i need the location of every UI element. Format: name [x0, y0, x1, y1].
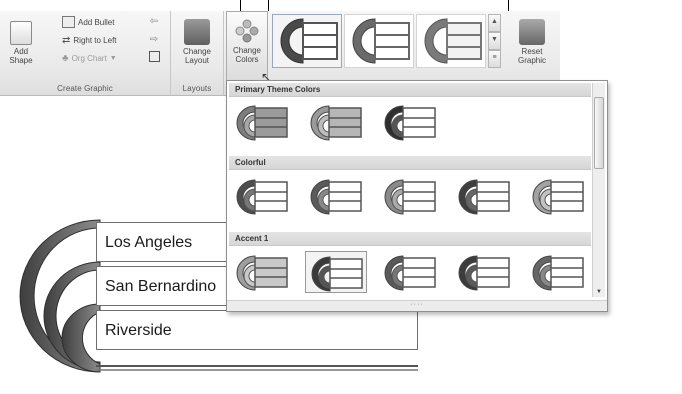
layouts-group-label: Layouts [182, 84, 212, 93]
add-bullet-icon [62, 16, 75, 28]
promote-icon[interactable]: ⇦ [147, 15, 161, 29]
color-swatch[interactable] [527, 175, 589, 217]
color-swatch[interactable] [231, 251, 293, 293]
chevron-down-icon: ▼ [109, 54, 117, 62]
org-chart-button[interactable]: ♣ Org Chart ▼ [62, 51, 117, 65]
color-swatch[interactable] [231, 101, 293, 143]
color-swatch[interactable] [379, 251, 441, 293]
section-header-primary-theme-colors: Primary Theme Colors [229, 83, 591, 97]
right-to-left-label: Right to Left [73, 35, 117, 45]
reset-graphic-icon [519, 19, 545, 45]
scroll-down-icon[interactable]: ▼ [593, 289, 605, 295]
change-colors-icon [232, 18, 262, 44]
org-chart-label: Org Chart [71, 53, 107, 63]
change-layout-icon [184, 19, 210, 45]
right-to-left-icon: ⇄ [62, 34, 71, 46]
section-header-colorful: Colorful [229, 156, 591, 170]
gallery-scroll-up-button[interactable]: ▲ [488, 14, 501, 32]
color-swatch[interactable] [231, 175, 293, 217]
reset-graphic-button[interactable]: Reset Graphic [510, 15, 554, 65]
gallery-style-3[interactable] [416, 14, 486, 68]
gallery-style-1[interactable] [272, 14, 342, 68]
gallery-scroll-down-button[interactable]: ▼ [488, 32, 501, 50]
add-shape-label: Add Shape [9, 47, 33, 65]
dropdown-scrollbar[interactable]: ▼ [592, 83, 605, 297]
layouts-group: Change Layout Layouts [171, 11, 224, 95]
gallery-style-2[interactable] [344, 14, 414, 68]
add-shape-icon [10, 21, 32, 45]
create-graphic-group-label: Create Graphic [57, 84, 113, 93]
change-colors-label: Change Colors [232, 46, 262, 64]
demote-icon[interactable]: ⇨ [147, 33, 161, 47]
change-colors-dropdown: Primary Theme Colors Colorful Accent 1 ▼… [226, 80, 608, 312]
gallery-more-button[interactable]: ≡ [488, 50, 501, 68]
add-shape-button[interactable]: Add Shape [6, 15, 36, 65]
resize-grip[interactable]: ···· [227, 300, 607, 311]
section-header-accent-1: Accent 1 [229, 232, 591, 246]
color-swatch[interactable] [305, 175, 367, 217]
create-graphic-group: Add Shape Add Bullet ⇄ Right to Left ♣ O… [0, 11, 171, 95]
add-bullet-button[interactable]: Add Bullet [62, 15, 114, 29]
right-to-left-button[interactable]: ⇄ Right to Left [62, 33, 117, 47]
color-swatch[interactable] [379, 101, 441, 143]
color-swatch[interactable] [453, 175, 515, 217]
color-swatch[interactable] [305, 101, 367, 143]
color-swatch[interactable] [379, 175, 441, 217]
change-layout-label: Change Layout [182, 47, 212, 65]
color-swatch[interactable] [453, 251, 515, 293]
color-swatch[interactable] [527, 251, 589, 293]
reset-graphic-label: Reset Graphic [517, 47, 546, 65]
text-pane-icon[interactable] [147, 51, 161, 65]
org-chart-icon: ♣ [62, 52, 69, 64]
change-layout-button[interactable]: Change Layout [175, 15, 219, 65]
color-swatch[interactable] [305, 251, 367, 293]
scrollbar-thumb[interactable] [594, 97, 604, 169]
add-bullet-label: Add Bullet [78, 17, 115, 27]
smartart-item[interactable]: Riverside [96, 310, 418, 350]
change-colors-button[interactable]: Change Colors ↖ [226, 11, 271, 89]
